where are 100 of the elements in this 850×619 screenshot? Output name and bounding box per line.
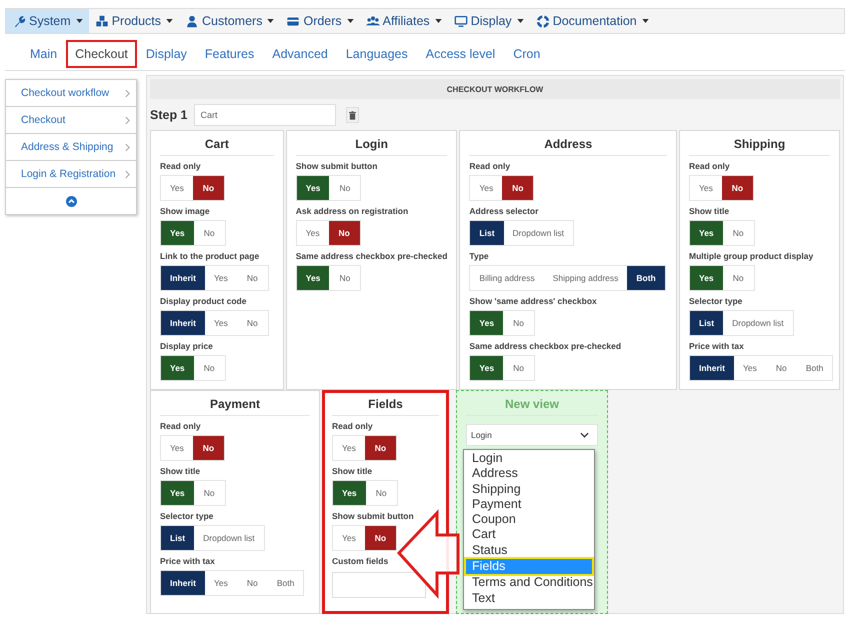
setting-label: Read only [469, 161, 512, 171]
toggle-option[interactable]: Yes [690, 266, 723, 290]
step-name-field[interactable]: Cart [194, 104, 336, 126]
toggle-option[interactable]: Inherit [161, 571, 205, 595]
setting-label: Same address checkbox pre-checked [469, 341, 622, 351]
toggle-option[interactable]: Yes [333, 481, 366, 505]
chevron-down-icon [580, 432, 589, 438]
toggle-option[interactable]: Yes [470, 311, 504, 335]
tab[interactable]: Display [136, 40, 196, 68]
toggle-option[interactable]: Yes [296, 266, 330, 290]
caret-icon [642, 19, 649, 23]
sidebar-label: Login & Registration [21, 168, 116, 180]
chevron-right-icon [125, 142, 130, 152]
toggle-option[interactable]: Inherit [161, 311, 205, 335]
tab[interactable]: Languages [336, 40, 417, 68]
view-select[interactable]: Login [466, 424, 598, 446]
toggle-option[interactable]: List [690, 311, 724, 335]
collapse-icon[interactable] [66, 196, 76, 206]
menu-item[interactable]: Display [448, 9, 530, 33]
setting-label: Show 'same address' checkbox [469, 296, 598, 306]
setting-label: Show title [160, 466, 202, 476]
block-title: Login [296, 135, 448, 156]
tab[interactable]: Main [21, 40, 66, 68]
setting-label: Show title [332, 466, 374, 476]
chevron-right-icon [125, 88, 130, 98]
wrench-icon [12, 14, 26, 28]
text-field[interactable] [332, 572, 426, 598]
toggle-option[interactable]: No [328, 221, 360, 245]
chevron-right-icon [125, 116, 130, 124]
toggle-option[interactable]: Inherit [690, 356, 734, 380]
setting-label: Show image [160, 206, 211, 216]
tab[interactable]: Checkout [66, 40, 137, 68]
toggle-option[interactable]: Both [627, 266, 665, 290]
toggle-option[interactable]: Yes [470, 356, 504, 380]
dropdown-option[interactable]: Fields [465, 558, 593, 576]
menu-item[interactable]: Documentation [530, 9, 655, 33]
dropdown-option[interactable]: Text [464, 590, 594, 606]
step-label: Step 1 [150, 108, 188, 122]
caret-icon [346, 19, 354, 23]
toggle-option[interactable]: No [192, 436, 224, 460]
user-icon [185, 14, 200, 28]
dropdown-option[interactable]: Login [464, 451, 594, 466]
menu-item[interactable]: Orders [280, 9, 360, 33]
panel-title: CHECKOUT WORKFLOW [446, 84, 544, 94]
dropdown-option[interactable]: Status [464, 542, 594, 558]
sidebar-item[interactable]: Checkout [6, 107, 136, 134]
block-title: Address [469, 135, 667, 156]
toggle-option[interactable]: No [502, 176, 534, 200]
block-title: Payment [160, 395, 310, 416]
menu-item[interactable]: Affiliates [360, 9, 448, 33]
toggle-option[interactable]: List [470, 221, 504, 245]
dropdown-option[interactable]: Coupon [464, 512, 594, 528]
setting-label: Type [469, 251, 490, 261]
tab[interactable]: Advanced [263, 40, 337, 68]
setting-label: Read only [332, 421, 374, 431]
toggle-option[interactable]: No [364, 526, 396, 550]
sidebar-item[interactable]: Login & Registration [6, 161, 136, 188]
block-title: New view [466, 395, 598, 416]
toggle-option[interactable]: List [161, 526, 194, 550]
setting-label: Read only [689, 161, 731, 171]
toggle-option[interactable]: Yes [690, 221, 723, 245]
dropdown-option[interactable]: Cart [464, 527, 594, 543]
dropdown-option[interactable]: Payment [464, 496, 594, 512]
toggle-option[interactable]: Yes [161, 356, 194, 380]
setting-label: Price with tax [689, 341, 745, 351]
tab[interactable]: Cron [504, 40, 550, 68]
sidebar-label: Checkout workflow [21, 87, 110, 99]
setting-label: Ask address on registration [296, 206, 410, 216]
dropdown-option[interactable]: Address [464, 466, 594, 482]
toggle-option[interactable]: Yes [161, 481, 194, 505]
caret-icon [267, 19, 274, 23]
dropdown-option[interactable]: Terms and Conditions [464, 575, 594, 591]
tab[interactable]: Access level [416, 40, 504, 68]
setting-label: Show submit button [296, 161, 378, 171]
setting-label: Custom fields [332, 556, 390, 566]
menu-item[interactable]: Products [88, 9, 180, 33]
trash-icon [348, 110, 356, 120]
sidebar-item[interactable]: Address & Shipping [6, 134, 136, 161]
menu-item[interactable]: Customers [179, 9, 280, 33]
tab[interactable]: Features [196, 40, 264, 68]
toggle-option[interactable]: Yes [296, 176, 330, 200]
toggle-option[interactable]: No [722, 176, 753, 200]
toggle-option[interactable]: Inherit [161, 266, 205, 290]
monitor-icon [454, 14, 468, 28]
sidebar-item[interactable]: Checkout workflow [6, 80, 136, 107]
setting-label: Read only [160, 161, 202, 171]
toggle-option[interactable]: Yes [161, 221, 194, 245]
toggle-option[interactable]: No [192, 176, 224, 200]
menu-item[interactable]: System [6, 9, 89, 33]
chevron-right-icon [125, 170, 130, 178]
sidebar-label: Address & Shipping [21, 141, 114, 153]
setting-label: Show title [689, 206, 730, 216]
card-icon [286, 14, 300, 28]
dropdown-option[interactable]: Shipping [464, 482, 594, 497]
caret-icon [434, 19, 442, 23]
setting-label: Price with tax [160, 556, 216, 566]
toggle-option[interactable]: No [364, 436, 396, 460]
users-icon [366, 14, 380, 28]
lifebuoy-icon [536, 14, 550, 28]
delete-button[interactable] [346, 107, 359, 123]
